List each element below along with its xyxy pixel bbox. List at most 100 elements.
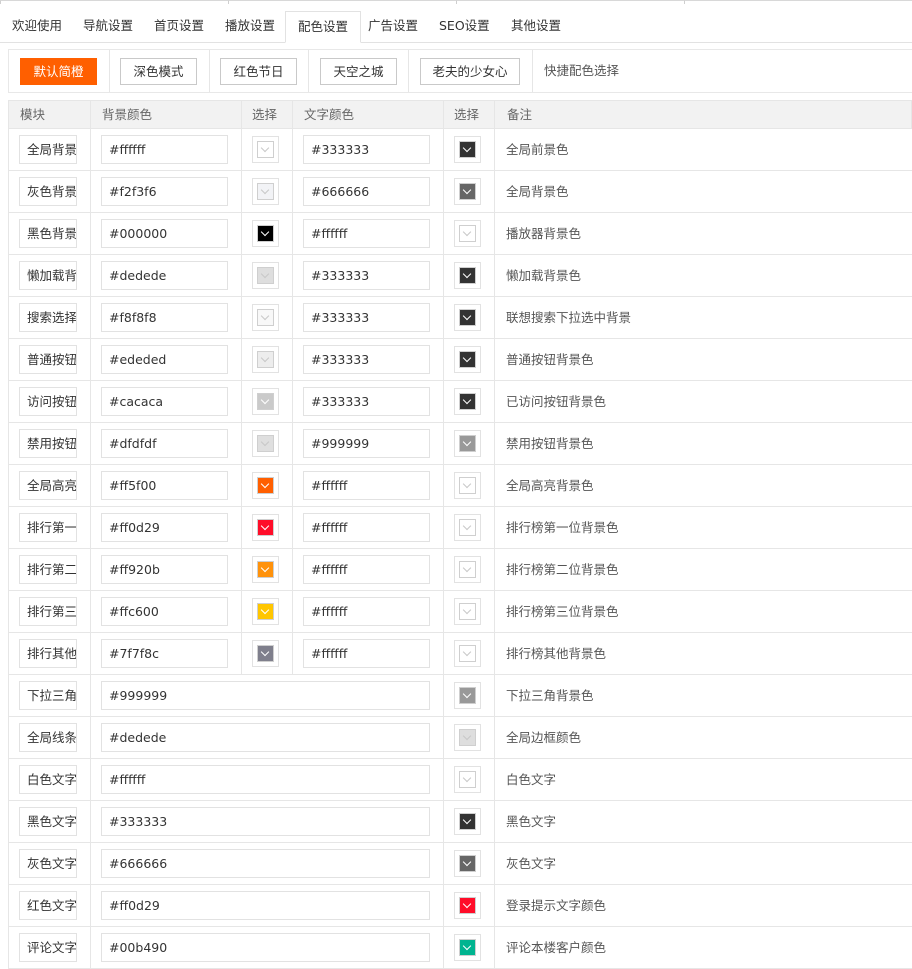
tab-other[interactable]: 其他设置 <box>499 11 573 42</box>
text-color-input[interactable]: #333333 <box>303 135 430 164</box>
text-color-picker[interactable] <box>454 304 481 331</box>
color-input[interactable]: #ff0d29 <box>101 891 430 920</box>
module-name-field[interactable]: 黑色背景 <box>19 219 77 248</box>
text-color-picker[interactable] <box>454 346 481 373</box>
table-row: 禁用按钮 #dfdfdf #999999 禁用按钮背景色 <box>8 423 912 465</box>
bg-color-picker[interactable] <box>252 262 279 289</box>
color-input[interactable]: #333333 <box>101 807 430 836</box>
bg-color-input[interactable]: #ffffff <box>101 135 228 164</box>
color-input[interactable]: #ffffff <box>101 765 430 794</box>
module-name-field[interactable]: 懒加载背 <box>19 261 77 290</box>
text-color-input[interactable]: #ffffff <box>303 471 430 500</box>
module-name-field[interactable]: 评论文字 <box>19 933 77 962</box>
module-name-field[interactable]: 全局背景 <box>19 135 77 164</box>
text-color-picker[interactable] <box>454 514 481 541</box>
color-input[interactable]: #00b490 <box>101 933 430 962</box>
tab-color-settings[interactable]: 配色设置 <box>285 11 362 43</box>
bg-color-input[interactable]: #dedede <box>101 261 228 290</box>
tab-seo[interactable]: SEO设置 <box>427 11 502 42</box>
color-picker[interactable] <box>454 724 481 751</box>
bg-color-input[interactable]: #ff0d29 <box>101 513 228 542</box>
color-input[interactable]: #dedede <box>101 723 430 752</box>
text-color-picker[interactable] <box>454 430 481 457</box>
module-name-field[interactable]: 红色文字 <box>19 891 77 920</box>
text-color-input[interactable]: #333333 <box>303 345 430 374</box>
text-color-picker[interactable] <box>454 640 481 667</box>
text-color-picker[interactable] <box>454 598 481 625</box>
bg-color-picker[interactable] <box>252 388 279 415</box>
bg-color-input[interactable]: #7f7f8c <box>101 639 228 668</box>
module-name-field[interactable]: 全局线条 <box>19 723 77 752</box>
bg-color-picker[interactable] <box>252 556 279 583</box>
module-name-field[interactable]: 黑色文字 <box>19 807 77 836</box>
tab-welcome[interactable]: 欢迎使用 <box>0 11 74 42</box>
text-color-picker[interactable] <box>454 472 481 499</box>
tab-homepage[interactable]: 首页设置 <box>142 11 216 42</box>
bg-color-input[interactable]: #f8f8f8 <box>101 303 228 332</box>
tab-navigation[interactable]: 导航设置 <box>71 11 145 42</box>
bg-color-input[interactable]: #f2f3f6 <box>101 177 228 206</box>
module-name-field[interactable]: 禁用按钮 <box>19 429 77 458</box>
color-picker[interactable] <box>454 850 481 877</box>
bg-color-input[interactable]: #ffc600 <box>101 597 228 626</box>
text-color-input[interactable]: #333333 <box>303 387 430 416</box>
text-color-input[interactable]: #ffffff <box>303 639 430 668</box>
module-name-field[interactable]: 全局高亮 <box>19 471 77 500</box>
text-color-picker[interactable] <box>454 136 481 163</box>
preset-sky-city-button[interactable]: 天空之城 <box>320 58 397 85</box>
bg-color-picker[interactable] <box>252 178 279 205</box>
text-color-input[interactable]: #333333 <box>303 261 430 290</box>
module-name-field[interactable]: 排行第三 <box>19 597 77 626</box>
module-name-field[interactable]: 白色文字 <box>19 765 77 794</box>
bg-color-picker[interactable] <box>252 220 279 247</box>
bg-color-input[interactable]: #ededed <box>101 345 228 374</box>
color-input[interactable]: #999999 <box>101 681 430 710</box>
text-color-input[interactable]: #999999 <box>303 429 430 458</box>
bg-color-picker[interactable] <box>252 304 279 331</box>
preset-girlish-button[interactable]: 老夫的少女心 <box>420 58 520 85</box>
text-color-picker[interactable] <box>454 556 481 583</box>
bg-color-picker[interactable] <box>252 514 279 541</box>
text-color-input[interactable]: #ffffff <box>303 555 430 584</box>
bg-color-picker[interactable] <box>252 346 279 373</box>
bg-color-input[interactable]: #dfdfdf <box>101 429 228 458</box>
module-name-field[interactable]: 排行其他 <box>19 639 77 668</box>
bg-color-input[interactable]: #ff920b <box>101 555 228 584</box>
bg-color-picker[interactable] <box>252 430 279 457</box>
color-input[interactable]: #666666 <box>101 849 430 878</box>
preset-red-festival-button[interactable]: 红色节日 <box>220 58 297 85</box>
color-picker[interactable] <box>454 682 481 709</box>
preset-dark-mode-button[interactable]: 深色模式 <box>120 58 197 85</box>
color-picker[interactable] <box>454 892 481 919</box>
tab-playback[interactable]: 播放设置 <box>213 11 287 42</box>
tab-ads[interactable]: 广告设置 <box>356 11 430 42</box>
color-picker[interactable] <box>454 934 481 961</box>
module-name-field[interactable]: 搜索选择 <box>19 303 77 332</box>
module-name-field[interactable]: 排行第二 <box>19 555 77 584</box>
module-name-field[interactable]: 排行第一 <box>19 513 77 542</box>
bg-color-input[interactable]: #000000 <box>101 219 228 248</box>
text-color-input[interactable]: #ffffff <box>303 513 430 542</box>
bg-color-picker[interactable] <box>252 640 279 667</box>
text-color-input[interactable]: #333333 <box>303 303 430 332</box>
module-name-field[interactable]: 访问按钮 <box>19 387 77 416</box>
text-color-input[interactable]: #ffffff <box>303 597 430 626</box>
text-color-input[interactable]: #ffffff <box>303 219 430 248</box>
text-color-picker[interactable] <box>454 262 481 289</box>
color-picker[interactable] <box>454 766 481 793</box>
bg-color-picker[interactable] <box>252 598 279 625</box>
bg-color-input[interactable]: #cacaca <box>101 387 228 416</box>
text-color-picker[interactable] <box>454 388 481 415</box>
color-picker[interactable] <box>454 808 481 835</box>
module-name-field[interactable]: 灰色文字 <box>19 849 77 878</box>
text-color-input[interactable]: #666666 <box>303 177 430 206</box>
module-name-field[interactable]: 下拉三角 <box>19 681 77 710</box>
preset-default-orange-button[interactable]: 默认简橙 <box>20 58 97 85</box>
module-name-field[interactable]: 普通按钮 <box>19 345 77 374</box>
module-name-field[interactable]: 灰色背景 <box>19 177 77 206</box>
bg-color-input[interactable]: #ff5f00 <box>101 471 228 500</box>
bg-color-picker[interactable] <box>252 472 279 499</box>
text-color-picker[interactable] <box>454 220 481 247</box>
text-color-picker[interactable] <box>454 178 481 205</box>
bg-color-picker[interactable] <box>252 136 279 163</box>
